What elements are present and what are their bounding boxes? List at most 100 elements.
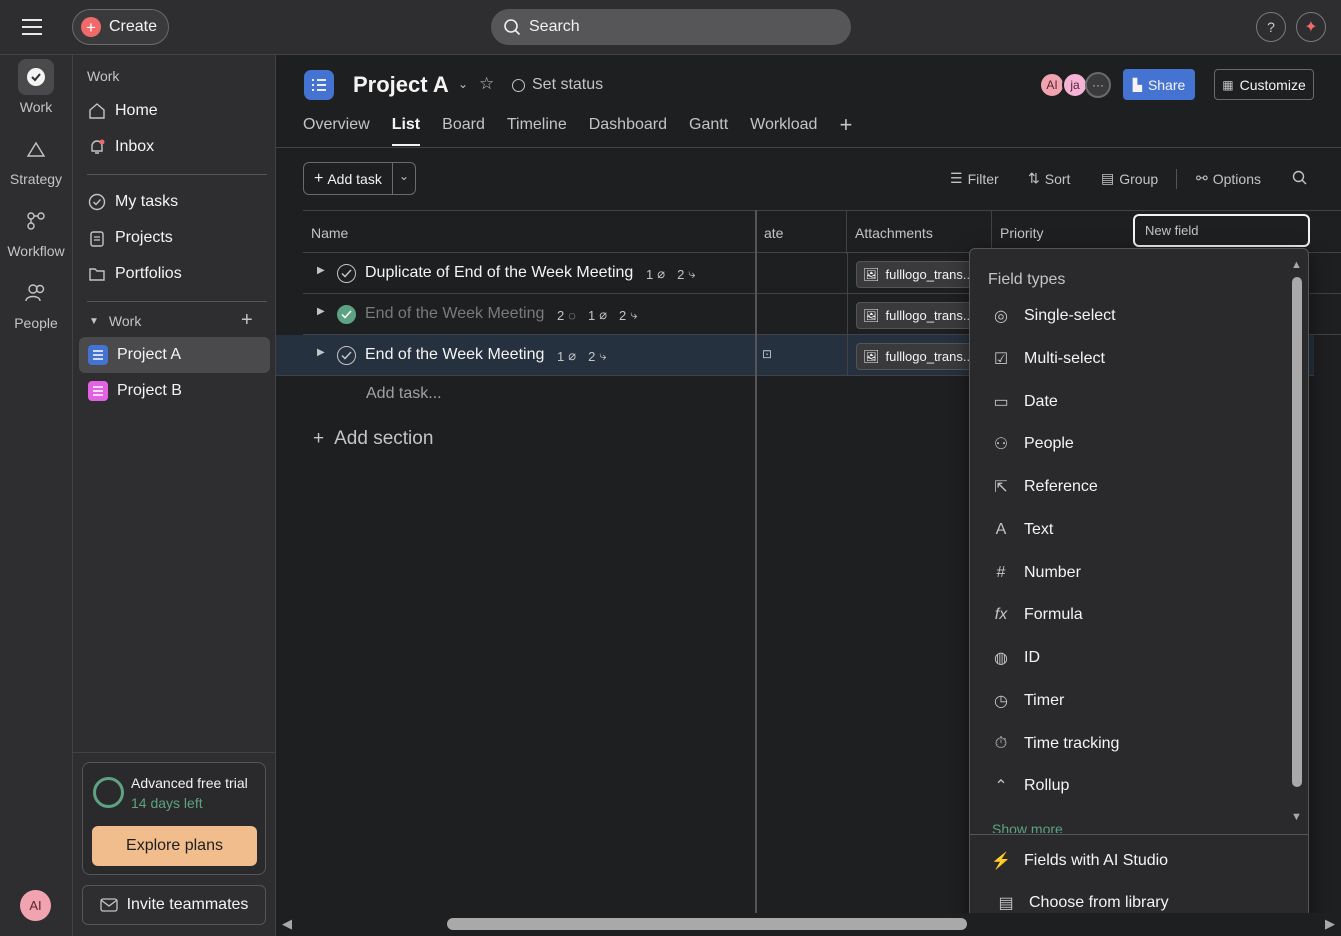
- field-type-text[interactable]: A Text: [990, 519, 1054, 541]
- field-type-rollup[interactable]: ⌃ Rollup: [990, 775, 1069, 797]
- comment-icon: ◌: [568, 307, 576, 323]
- rail-label: Strategy: [9, 171, 63, 187]
- more-members-icon[interactable]: ···: [1085, 72, 1111, 98]
- sidebar-item-portfolios[interactable]: Portfolios: [79, 256, 270, 292]
- field-type-number[interactable]: # Number: [990, 562, 1081, 584]
- group-button[interactable]: ▤ Group: [1101, 170, 1158, 187]
- attachment-chip[interactable]: 🖼 fulllogo_trans...: [856, 302, 972, 329]
- attachment-chip[interactable]: 🖼 fulllogo_trans...: [856, 261, 972, 288]
- team-header[interactable]: ▼ Work: [89, 313, 141, 329]
- customize-button[interactable]: ▦ Customize: [1214, 69, 1314, 100]
- tab-workload[interactable]: Workload: [750, 116, 817, 146]
- tab-overview[interactable]: Overview: [303, 116, 370, 146]
- field-type-label: Text: [1024, 521, 1054, 538]
- rail-item-strategy[interactable]: Strategy: [0, 131, 72, 187]
- add-section-button[interactable]: + Add section: [313, 428, 433, 450]
- add-task-button[interactable]: + Add task ⌄: [303, 162, 416, 195]
- create-button[interactable]: + Create: [72, 9, 169, 45]
- column-header-name[interactable]: Name: [303, 211, 756, 254]
- sort-button[interactable]: ⇅ Sort: [1028, 170, 1070, 187]
- ai-sparkle-icon[interactable]: ✦: [1296, 12, 1326, 42]
- customize-label: Customize: [1239, 76, 1306, 93]
- search-icon[interactable]: [1292, 170, 1307, 185]
- chevron-down-icon[interactable]: ⌄: [399, 169, 409, 183]
- tab-list[interactable]: List: [391, 116, 421, 146]
- task-meta: 1 ⌀ 2 ⤷: [557, 348, 607, 364]
- book-icon: ▤: [998, 895, 1014, 912]
- new-field-input[interactable]: New field: [1133, 214, 1310, 247]
- tab-dashboard[interactable]: Dashboard: [589, 116, 667, 146]
- field-type-reference[interactable]: ⇱ Reference: [990, 476, 1098, 498]
- scroll-left-icon[interactable]: ◀: [282, 916, 292, 932]
- field-type-time-tracking[interactable]: ⏱ Time tracking: [990, 733, 1120, 755]
- add-project-icon[interactable]: +: [241, 309, 253, 332]
- sidebar-item-project-a[interactable]: Project A: [79, 337, 270, 373]
- sidebar-item-label: Project B: [117, 382, 182, 399]
- trial-title: Advanced free trial: [131, 775, 248, 791]
- task-complete-checkbox[interactable]: [337, 264, 356, 283]
- field-type-people[interactable]: ⚇ People: [990, 433, 1074, 455]
- expand-icon[interactable]: ▶: [317, 265, 325, 276]
- scroll-right-icon[interactable]: ▶: [1325, 916, 1335, 932]
- scroll-down-icon[interactable]: ▼: [1291, 811, 1302, 823]
- attachment-name: fulllogo_trans...: [885, 267, 972, 282]
- field-type-label: Multi-select: [1024, 350, 1105, 367]
- field-type-timer[interactable]: ◷ Timer: [990, 690, 1064, 712]
- expand-icon[interactable]: ▶: [317, 347, 325, 358]
- add-tab-icon[interactable]: +: [839, 112, 852, 146]
- invite-teammates-button[interactable]: Invite teammates: [82, 885, 266, 925]
- menu-title: Field types: [988, 271, 1066, 288]
- search-input[interactable]: Search: [491, 9, 851, 45]
- rail-item-work[interactable]: Work: [0, 59, 72, 115]
- column-header-date[interactable]: ate: [756, 211, 847, 254]
- menu-icon[interactable]: [22, 15, 50, 39]
- task-complete-checkbox[interactable]: [337, 346, 356, 365]
- task-name[interactable]: Duplicate of End of the Week Meeting: [365, 264, 633, 282]
- attachment-chip[interactable]: 🖼 fulllogo_trans...: [856, 343, 972, 370]
- explore-plans-button[interactable]: Explore plans: [92, 826, 257, 866]
- ai-studio-fields[interactable]: ⚡ Fields with AI Studio: [990, 850, 1168, 872]
- menu-scrollbar-thumb[interactable]: [1292, 277, 1302, 787]
- rail-item-people[interactable]: People: [0, 275, 72, 331]
- field-type-date[interactable]: ▭ Date: [990, 391, 1057, 413]
- share-button[interactable]: ▙ Share: [1123, 69, 1195, 100]
- date-picker-icon[interactable]: ⊡: [762, 347, 772, 361]
- field-type-single-select[interactable]: ◎ Single-select: [990, 305, 1116, 327]
- horizontal-scrollbar[interactable]: ◀ ▶: [282, 913, 1341, 936]
- field-type-multi-select[interactable]: ☑ Multi-select: [990, 348, 1105, 370]
- attach-count: 1: [646, 266, 654, 282]
- tab-board[interactable]: Board: [442, 116, 485, 146]
- options-button[interactable]: ⚯ Options: [1196, 170, 1261, 187]
- check-circle-icon: [18, 59, 54, 95]
- chevron-down-icon[interactable]: ⌄: [458, 77, 468, 91]
- set-status-button[interactable]: Set status: [512, 76, 603, 94]
- rail-label: Workflow: [7, 243, 65, 259]
- filter-button[interactable]: ☰ Filter: [950, 170, 999, 187]
- scroll-up-icon[interactable]: ▲: [1291, 259, 1302, 271]
- user-avatar[interactable]: AI: [20, 890, 51, 921]
- project-header: Project A ⌄ ☆ Set status Overview List B…: [276, 55, 1341, 148]
- star-icon[interactable]: ☆: [479, 74, 494, 94]
- sidebar-item-my-tasks[interactable]: My tasks: [79, 184, 270, 220]
- field-type-formula[interactable]: fx Formula: [990, 604, 1083, 626]
- tab-timeline[interactable]: Timeline: [507, 116, 567, 146]
- sidebar-item-home[interactable]: Home: [79, 93, 270, 129]
- field-type-id[interactable]: ◍ ID: [990, 647, 1040, 669]
- sidebar-item-project-b[interactable]: Project B: [79, 373, 270, 409]
- help-button[interactable]: ?: [1256, 12, 1286, 42]
- task-complete-checkbox[interactable]: [337, 305, 356, 324]
- show-more-link[interactable]: Show more: [992, 821, 1063, 833]
- sort-icon: ⇅: [1028, 170, 1040, 186]
- column-header-attachments[interactable]: Attachments: [847, 211, 992, 254]
- task-name[interactable]: End of the Week Meeting: [365, 346, 544, 364]
- horizontal-scrollbar-thumb[interactable]: [447, 918, 967, 930]
- column-resize-handle[interactable]: [755, 210, 757, 936]
- expand-icon[interactable]: ▶: [317, 306, 325, 317]
- rail-item-workflow[interactable]: Workflow: [0, 203, 72, 259]
- tab-gantt[interactable]: Gantt: [689, 116, 728, 146]
- sidebar-item-projects[interactable]: Projects: [79, 220, 270, 256]
- choose-from-library[interactable]: ▤ Choose from library: [995, 892, 1168, 914]
- sidebar-item-inbox[interactable]: Inbox: [79, 129, 270, 165]
- task-name[interactable]: End of the Week Meeting: [365, 305, 544, 323]
- add-task-inline[interactable]: Add task...: [366, 385, 442, 403]
